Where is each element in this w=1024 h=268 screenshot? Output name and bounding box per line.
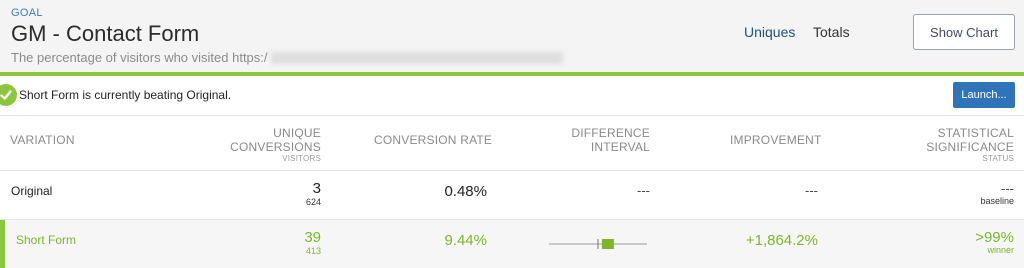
difference-interval-value: --- (637, 183, 650, 198)
column-header-unique-conversions[interactable]: UNIQUE CONVERSIONS VISITORS (230, 126, 321, 164)
winner-accent-bar (0, 220, 5, 268)
goal-header: GOAL GM - Contact Form The percentage of… (0, 0, 1024, 74)
significance-value: >99% (975, 229, 1014, 246)
visitors-count: 624 (305, 197, 321, 207)
status-label: baseline (980, 196, 1014, 206)
column-header-significance-label: STATISTICAL SIGNIFICANCE (926, 126, 1014, 154)
conversions-cell: 39 413 (304, 229, 321, 257)
column-header-visitors-sublabel: VISITORS (282, 154, 321, 163)
view-toggle-totals[interactable]: Totals (813, 24, 850, 40)
difference-interval-chart (549, 239, 647, 249)
column-header-variation[interactable]: VARIATION (10, 133, 75, 147)
conversion-rate-value: 9.44% (444, 232, 487, 249)
goal-description-text: The percentage of visitors who visited h… (11, 50, 268, 65)
goal-eyebrow: GOAL (11, 7, 43, 19)
significance-cell: >99% winner (975, 230, 1014, 256)
goal-description: The percentage of visitors who visited h… (11, 50, 563, 65)
column-header-conversion-rate[interactable]: CONVERSION RATE (374, 133, 492, 147)
column-header-status-sublabel: STATUS (982, 154, 1014, 163)
show-chart-button[interactable]: Show Chart (913, 14, 1015, 50)
table-row-winner: Short Form 39 413 9.44% +1,864.2% >99% w… (0, 220, 1024, 268)
column-header-improvement[interactable]: IMPROVEMENT (730, 133, 822, 147)
improvement-value: --- (805, 183, 818, 198)
column-header-difference-interval[interactable]: DIFFERENCE INTERVAL (571, 126, 650, 154)
column-header-unique-conversions-label: UNIQUE CONVERSIONS (230, 126, 321, 154)
significance-value: --- (1001, 181, 1014, 196)
launch-button[interactable]: Launch... (953, 82, 1015, 108)
conversions-cell: 3 624 (306, 180, 321, 208)
variation-name[interactable]: Short Form (16, 233, 76, 247)
conversions-count: 3 (312, 180, 321, 197)
interval-range-bar (601, 239, 614, 249)
variation-name[interactable]: Original (11, 184, 52, 198)
visitors-count: 413 (305, 246, 321, 256)
significance-cell: --- baseline (980, 181, 1014, 207)
redacted-url (270, 51, 563, 64)
improvement-value: +1,864.2% (745, 232, 818, 249)
conversion-rate-value: 0.48% (444, 183, 487, 200)
checkmark-icon (0, 84, 17, 106)
view-toggle-uniques[interactable]: Uniques (744, 24, 795, 40)
result-banner: Short Form is currently beating Original… (0, 76, 1024, 116)
table-row: Original 3 624 0.48% --- --- --- baselin… (0, 171, 1024, 219)
banner-message: Short Form is currently beating Original… (19, 88, 232, 102)
conversions-count: 39 (304, 229, 321, 246)
column-header-statistical-significance[interactable]: STATISTICAL SIGNIFICANCE STATUS (926, 126, 1014, 164)
page-title: GM - Contact Form (11, 21, 200, 46)
status-label: winner (987, 245, 1014, 255)
